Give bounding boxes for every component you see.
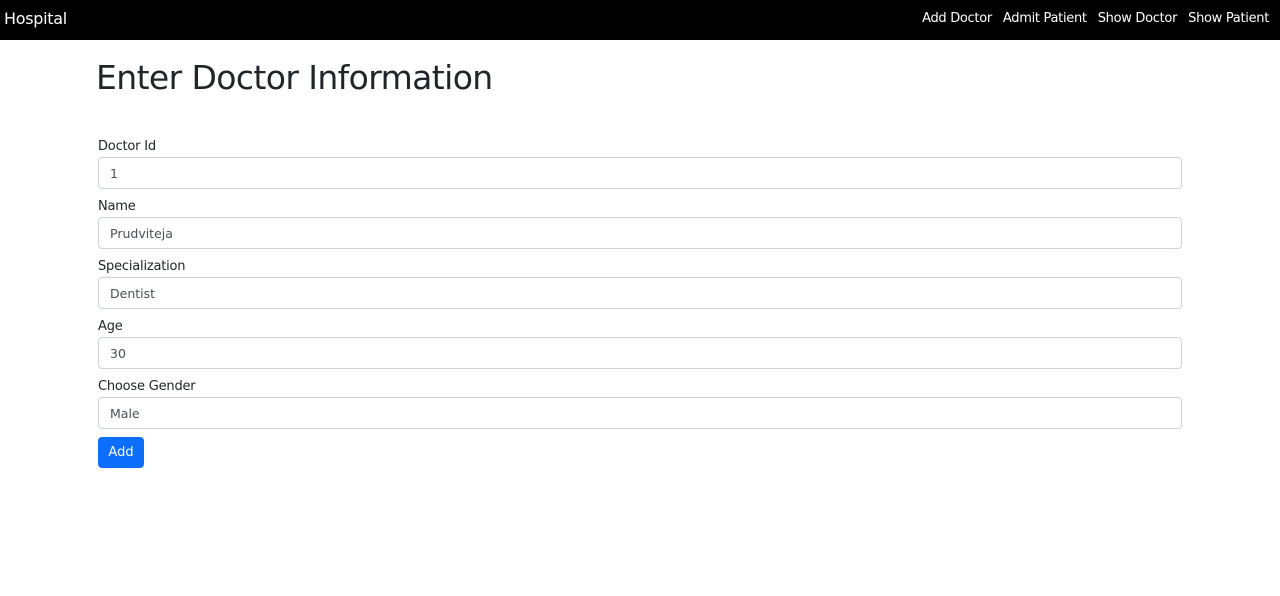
brand-link[interactable]: Hospital (4, 9, 67, 29)
specialization-label: Specialization (98, 259, 186, 274)
specialization-input[interactable] (98, 277, 1182, 309)
doctor-id-field: Doctor Id (98, 138, 1182, 190)
name-label: Name (98, 199, 136, 214)
nav-add-doctor[interactable]: Add Doctor (922, 10, 992, 28)
top-navbar: Hospital Add Doctor Admit Patient Show D… (0, 0, 1280, 40)
age-field: Age (98, 318, 1182, 370)
page-title: Enter Doctor Information (96, 58, 493, 97)
doctor-id-label: Doctor Id (98, 139, 156, 154)
age-input[interactable] (98, 337, 1182, 369)
nav-show-doctor[interactable]: Show Doctor (1098, 10, 1178, 28)
nav-links: Add Doctor Admit Patient Show Doctor Sho… (922, 10, 1269, 28)
specialization-field: Specialization (98, 258, 1182, 310)
nav-show-patient[interactable]: Show Patient (1188, 10, 1269, 28)
gender-label: Choose Gender (98, 379, 196, 394)
nav-admit-patient[interactable]: Admit Patient (1003, 10, 1087, 28)
doctor-id-input[interactable] (98, 157, 1182, 189)
name-input[interactable] (98, 217, 1182, 249)
gender-input[interactable] (98, 397, 1182, 429)
age-label: Age (98, 319, 123, 334)
add-button[interactable]: Add (98, 437, 144, 468)
gender-field: Choose Gender (98, 378, 1182, 430)
name-field: Name (98, 198, 1182, 250)
